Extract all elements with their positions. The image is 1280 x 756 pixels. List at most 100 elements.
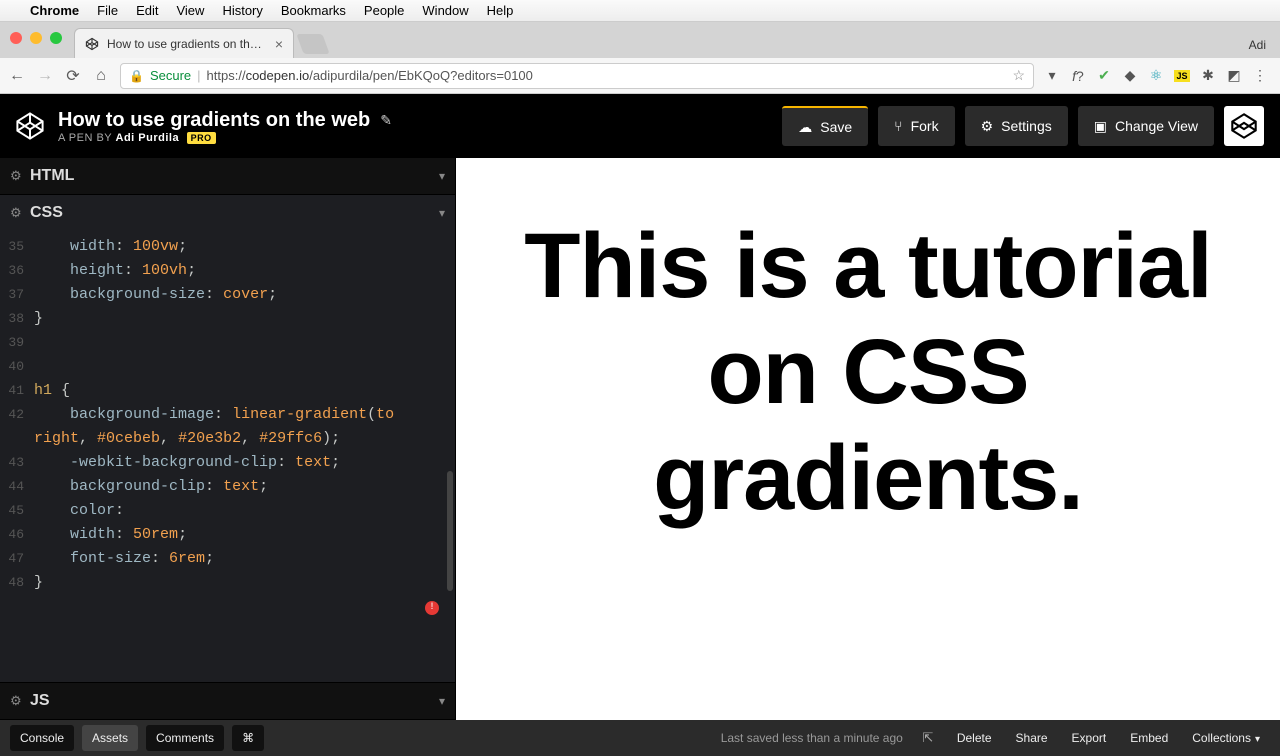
- shield-icon[interactable]: ◆: [1122, 67, 1138, 84]
- tab-close-icon[interactable]: ×: [275, 36, 283, 52]
- collections-button[interactable]: Collections▾: [1182, 725, 1270, 751]
- address-bar[interactable]: 🔒 Secure | https://codepen.io/adipurdila…: [120, 63, 1034, 89]
- code-line[interactable]: 41h1 {: [0, 379, 455, 403]
- tab-title: How to use gradients on the w: [107, 37, 267, 51]
- fork-icon: ⑂: [894, 118, 902, 134]
- gear-icon[interactable]: ⚙: [10, 693, 30, 709]
- menubar-appname[interactable]: Chrome: [30, 3, 79, 18]
- settings-button[interactable]: ⚙Settings: [965, 106, 1068, 146]
- css-panel-label: CSS: [30, 204, 439, 222]
- code-line[interactable]: 39: [0, 331, 455, 355]
- window-zoom-button[interactable]: [50, 32, 62, 44]
- chrome-tabstrip: How to use gradients on the w × Adi: [0, 22, 1280, 58]
- comments-button[interactable]: Comments: [146, 725, 224, 751]
- menubar-item-file[interactable]: File: [97, 3, 118, 18]
- js-icon[interactable]: JS: [1174, 70, 1190, 82]
- editors-column: ⚙ HTML ▾ ⚙ CSS ▾ 35 width: 100vw;36 heig…: [0, 158, 456, 720]
- menubar-item-help[interactable]: Help: [487, 3, 514, 18]
- font-icon[interactable]: f?: [1070, 68, 1086, 84]
- secure-label: Secure: [150, 68, 191, 83]
- pocket-icon[interactable]: ▾: [1044, 67, 1060, 84]
- codepen-footer: Console Assets Comments ⌘ Last saved les…: [0, 720, 1280, 756]
- change-view-button[interactable]: ▣Change View: [1078, 106, 1214, 146]
- js-panel: ⚙ JS ▾: [0, 683, 455, 720]
- embed-button[interactable]: Embed: [1120, 725, 1178, 751]
- menubar-item-people[interactable]: People: [364, 3, 404, 18]
- new-tab-button[interactable]: [296, 34, 329, 54]
- open-external-icon[interactable]: ⇱: [917, 730, 939, 746]
- css-code-editor[interactable]: 35 width: 100vw;36 height: 100vh;37 back…: [0, 231, 455, 623]
- bug-icon[interactable]: ✱: [1200, 67, 1216, 84]
- code-line[interactable]: 47 font-size: 6rem;: [0, 547, 455, 571]
- html-panel-header[interactable]: ⚙ HTML ▾: [0, 158, 455, 194]
- window-minimize-button[interactable]: [30, 32, 42, 44]
- user-avatar[interactable]: [1224, 106, 1264, 146]
- author-link[interactable]: Adi Purdila: [116, 132, 180, 144]
- code-line[interactable]: 38}: [0, 307, 455, 331]
- lock-icon: 🔒: [129, 69, 144, 83]
- menubar-item-window[interactable]: Window: [422, 3, 468, 18]
- gear-icon[interactable]: ⚙: [10, 168, 30, 184]
- chevron-down-icon: ▾: [1251, 734, 1260, 745]
- code-line[interactable]: 35 width: 100vw;: [0, 235, 455, 259]
- fork-button[interactable]: ⑂Fork: [878, 106, 954, 146]
- code-line[interactable]: 40: [0, 355, 455, 379]
- code-line[interactable]: 42 background-image: linear-gradient(to: [0, 403, 455, 427]
- layout-icon: ▣: [1094, 118, 1107, 135]
- delete-button[interactable]: Delete: [947, 725, 1002, 751]
- window-close-button[interactable]: [10, 32, 22, 44]
- edit-title-icon[interactable]: ✎: [380, 112, 392, 129]
- code-line[interactable]: 36 height: 100vh;: [0, 259, 455, 283]
- codepen-favicon-icon: [85, 37, 99, 51]
- scrollbar-thumb[interactable]: [447, 471, 453, 591]
- shortcuts-button[interactable]: ⌘: [232, 725, 264, 751]
- code-line[interactable]: 48}: [0, 571, 455, 595]
- bookmark-star-icon[interactable]: ☆: [1012, 67, 1025, 84]
- console-button[interactable]: Console: [10, 725, 74, 751]
- menubar-item-edit[interactable]: Edit: [136, 3, 158, 18]
- code-line[interactable]: right, #0cebeb, #20e3b2, #29ffc6);: [0, 427, 455, 451]
- html-panel: ⚙ HTML ▾: [0, 158, 455, 195]
- check-icon[interactable]: ✔: [1096, 67, 1112, 84]
- codepen-header: How to use gradients on the web ✎ A PEN …: [0, 94, 1280, 158]
- menubar-item-view[interactable]: View: [176, 3, 204, 18]
- menubar-item-bookmarks[interactable]: Bookmarks: [281, 3, 346, 18]
- chevron-down-icon[interactable]: ▾: [439, 694, 445, 708]
- square-icon[interactable]: ◩: [1226, 67, 1242, 84]
- menubar-item-history[interactable]: History: [222, 3, 262, 18]
- code-line[interactable]: 43 -webkit-background-clip: text;: [0, 451, 455, 475]
- save-button[interactable]: ☁Save: [782, 106, 868, 146]
- code-line[interactable]: 37 background-size: cover;: [0, 283, 455, 307]
- code-line[interactable]: 46 width: 50rem;: [0, 523, 455, 547]
- chrome-toolbar: ← → ⟳ ⌂ 🔒 Secure | https://codepen.io/ad…: [0, 58, 1280, 94]
- share-button[interactable]: Share: [1006, 725, 1058, 751]
- code-line[interactable]: 44 background-clip: text;: [0, 475, 455, 499]
- js-panel-header[interactable]: ⚙ JS ▾: [0, 683, 455, 719]
- chrome-profile-label[interactable]: Adi: [1249, 38, 1280, 58]
- css-panel-header[interactable]: ⚙ CSS ▾: [0, 195, 455, 231]
- gear-icon[interactable]: ⚙: [10, 205, 30, 221]
- preview-pane: This is a tutorial on CSS gradients.: [456, 158, 1280, 720]
- macos-menubar: Chrome File Edit View History Bookmarks …: [0, 0, 1280, 22]
- assets-button[interactable]: Assets: [82, 725, 138, 751]
- react-devtools-icon[interactable]: ⚛: [1148, 67, 1164, 84]
- save-status: Last saved less than a minute ago: [721, 731, 909, 745]
- cloud-icon: ☁: [798, 119, 812, 136]
- extension-icons: ▾ f? ✔ ◆ ⚛ JS ✱ ◩ ⋮: [1044, 67, 1272, 84]
- back-button[interactable]: ←: [8, 67, 26, 85]
- home-button[interactable]: ⌂: [92, 67, 110, 85]
- css-panel: ⚙ CSS ▾ 35 width: 100vw;36 height: 100vh…: [0, 195, 455, 683]
- browser-tab[interactable]: How to use gradients on the w ×: [74, 28, 294, 58]
- code-line[interactable]: 45 color:: [0, 499, 455, 523]
- reload-button[interactable]: ⟳: [64, 66, 82, 86]
- html-panel-label: HTML: [30, 167, 439, 185]
- url-text: https://codepen.io/adipurdila/pen/EbKQoQ…: [207, 68, 533, 83]
- pro-badge: PRO: [187, 132, 216, 144]
- error-indicator-icon[interactable]: !: [425, 601, 439, 615]
- chevron-down-icon[interactable]: ▾: [439, 169, 445, 183]
- chevron-down-icon[interactable]: ▾: [439, 206, 445, 220]
- chrome-menu-icon[interactable]: ⋮: [1252, 67, 1268, 84]
- separator: |: [197, 68, 200, 83]
- export-button[interactable]: Export: [1062, 725, 1117, 751]
- codepen-logo-icon[interactable]: [16, 112, 44, 140]
